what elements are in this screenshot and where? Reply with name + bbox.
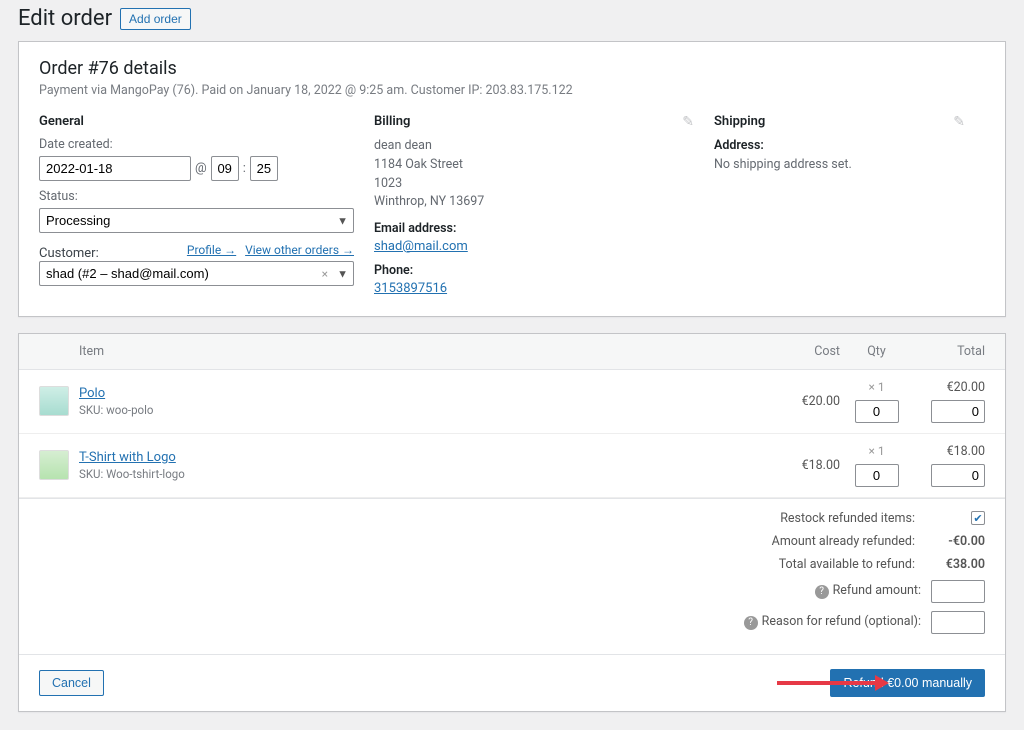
general-column: General Date created: @ : Status: xyxy=(39,114,374,296)
line-item-row: Polo SKU: woo-polo €20.00 × 1 €20.00 xyxy=(19,370,1005,434)
product-link[interactable]: Polo xyxy=(79,386,105,401)
items-header-row: Item Cost Qty Total xyxy=(19,334,1005,370)
shipping-column: ✎ Shipping Address: No shipping address … xyxy=(714,114,985,296)
billing-column: ✎ Billing dean dean 1184 Oak Street 1023… xyxy=(374,114,714,296)
restock-checkbox[interactable]: ✔ xyxy=(971,511,985,525)
status-label: Status: xyxy=(39,189,354,204)
add-order-button[interactable]: Add order xyxy=(120,8,191,30)
order-details-panel: Order #76 details Payment via MangoPay (… xyxy=(18,41,1006,317)
refund-amount-input[interactable] xyxy=(931,580,985,603)
clear-icon[interactable]: × xyxy=(322,267,328,281)
edit-billing-icon[interactable]: ✎ xyxy=(682,114,694,130)
refund-total-input[interactable] xyxy=(931,464,985,487)
billing-heading: Billing xyxy=(374,114,694,129)
product-thumbnail xyxy=(39,386,69,416)
general-heading: General xyxy=(39,114,354,129)
line-items-panel: Item Cost Qty Total Polo SKU: woo-polo €… xyxy=(18,333,1006,712)
refund-qty-input[interactable] xyxy=(855,400,899,423)
view-other-orders-link[interactable]: View other orders → xyxy=(245,243,354,257)
shipping-heading: Shipping xyxy=(714,114,965,129)
refund-summary: Restock refunded items: ✔ Amount already… xyxy=(19,498,1005,654)
minute-input[interactable] xyxy=(250,156,278,181)
product-link[interactable]: T-Shirt with Logo xyxy=(79,450,176,465)
help-icon[interactable]: ? xyxy=(744,616,758,630)
profile-link[interactable]: Profile → xyxy=(187,243,236,257)
cancel-button[interactable]: Cancel xyxy=(39,670,104,696)
refund-qty-input[interactable] xyxy=(855,464,899,487)
page-title: Edit order xyxy=(18,6,112,31)
status-select[interactable]: ▼ xyxy=(39,208,354,233)
refund-actions-bar: Cancel Refund €0.00 manually xyxy=(19,654,1005,711)
product-sku: SKU: woo-polo xyxy=(79,403,770,417)
date-created-label: Date created: xyxy=(39,137,354,152)
date-created-input[interactable] xyxy=(39,156,191,181)
edit-shipping-icon[interactable]: ✎ xyxy=(953,114,965,130)
annotation-arrow xyxy=(777,681,877,685)
billing-phone-link[interactable]: 3153897516 xyxy=(374,281,447,296)
order-meta: Payment via MangoPay (76). Paid on Janua… xyxy=(39,83,985,98)
customer-label: Customer: xyxy=(39,246,99,261)
refund-total-input[interactable] xyxy=(931,400,985,423)
help-icon[interactable]: ? xyxy=(815,585,829,599)
line-item-row: T-Shirt with Logo SKU: Woo-tshirt-logo €… xyxy=(19,434,1005,498)
billing-email-link[interactable]: shad@mail.com xyxy=(374,239,468,254)
customer-select[interactable]: × ▼ xyxy=(39,261,354,286)
order-heading: Order #76 details xyxy=(39,58,985,79)
product-thumbnail xyxy=(39,450,69,480)
refund-reason-input[interactable] xyxy=(931,611,985,634)
product-sku: SKU: Woo-tshirt-logo xyxy=(79,467,770,481)
at-symbol: @ xyxy=(195,161,207,176)
hour-input[interactable] xyxy=(211,156,239,181)
